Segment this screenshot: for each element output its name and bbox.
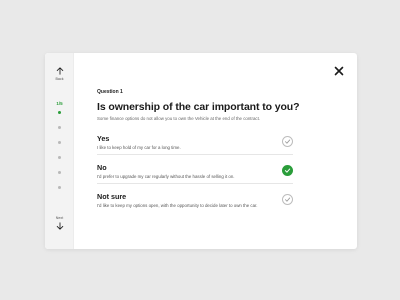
question-content: Question 1 Is ownership of the car impor… [97, 89, 300, 208]
step-count: 1/5 [56, 101, 63, 106]
option-yes[interactable]: Yes I like to keep hold of my car for a … [97, 127, 293, 155]
option-title: Yes [97, 134, 110, 143]
progress-rail: Back 1/5 Next [45, 53, 74, 249]
step-dot-3 [58, 141, 61, 144]
check-icon [284, 168, 291, 173]
option-not-sure[interactable]: Not sure I'd like to keep my options ope… [97, 185, 293, 213]
arrow-down-icon [56, 222, 63, 230]
option-check-not-sure[interactable] [282, 194, 293, 205]
option-no[interactable]: No I'd prefer to upgrade my car regularl… [97, 156, 293, 184]
check-icon [284, 139, 291, 144]
back-button[interactable]: Back [45, 67, 74, 81]
option-description: I like to keep hold of my car for a long… [97, 145, 181, 150]
option-divider [97, 154, 293, 155]
option-title: No [97, 163, 107, 172]
step-dot-2 [58, 126, 61, 129]
option-divider [97, 183, 293, 184]
step-dot-1 [58, 111, 61, 114]
option-description: I'd like to keep my options open, with t… [97, 203, 258, 208]
option-title: Not sure [97, 192, 127, 201]
step-dot-4 [58, 156, 61, 159]
step-dot-6 [58, 186, 61, 189]
step-dot-5 [58, 171, 61, 174]
option-check-yes[interactable] [282, 136, 293, 147]
close-button[interactable] [333, 64, 345, 76]
check-icon [284, 197, 291, 202]
arrow-up-icon [56, 67, 63, 75]
option-check-no[interactable] [282, 165, 293, 176]
question-subtitle: Some finance options do not allow you to… [97, 116, 261, 121]
question-number: Question 1 [97, 89, 123, 95]
close-icon [334, 66, 344, 76]
question-title: Is ownership of the car important to you… [97, 101, 300, 113]
question-modal: Back 1/5 Next Question 1 Is ownership of… [45, 53, 357, 249]
next-button[interactable]: Next [45, 216, 74, 230]
option-description: I'd prefer to upgrade my car regularly w… [97, 174, 235, 179]
back-label: Back [55, 77, 64, 81]
next-label: Next [55, 216, 64, 220]
